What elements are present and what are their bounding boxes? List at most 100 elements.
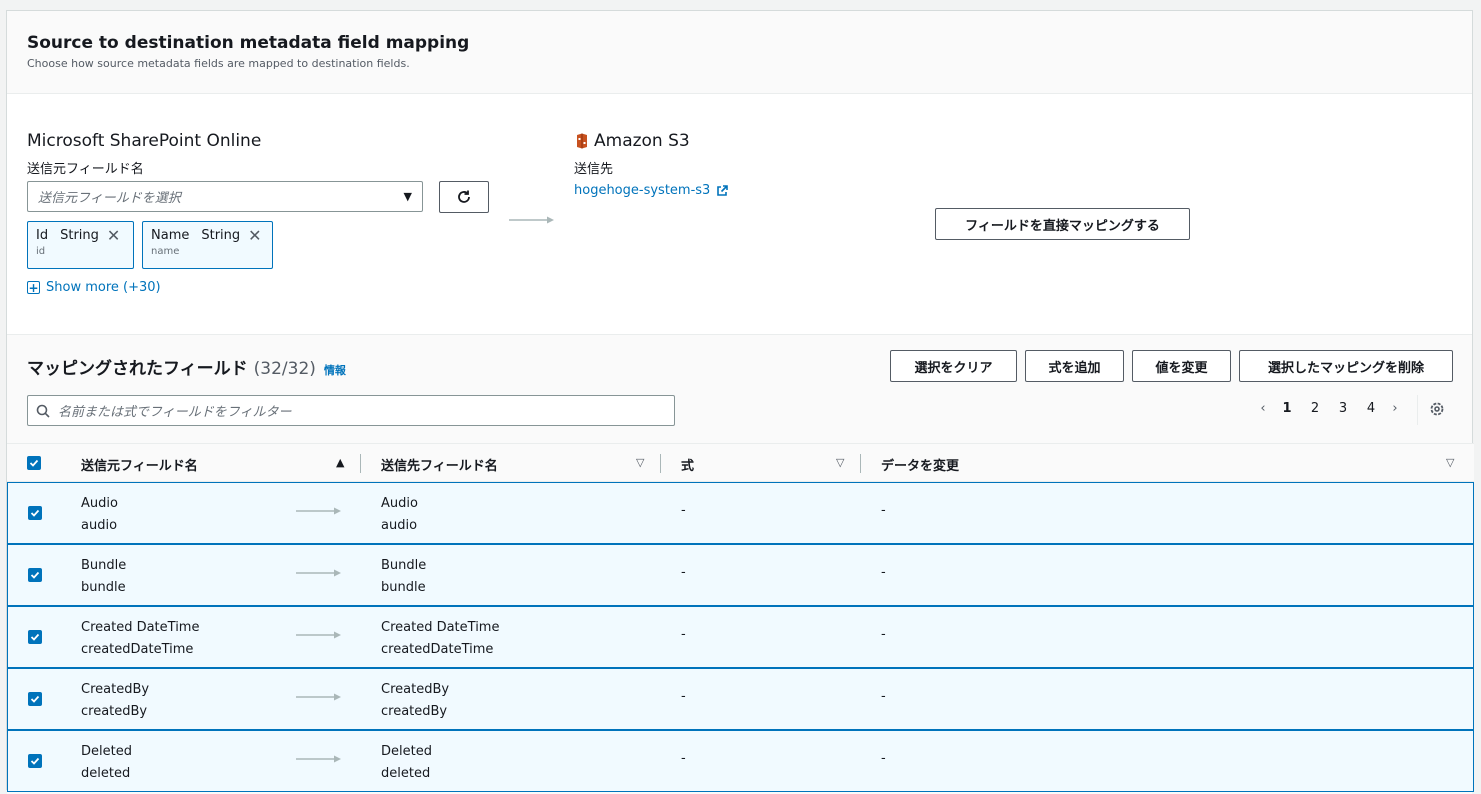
destination-field-id: audio xyxy=(381,518,418,533)
expression-cell: - xyxy=(681,751,686,766)
checkbox-checked-icon xyxy=(29,459,39,467)
transform-cell: - xyxy=(881,565,886,580)
page-3[interactable]: 3 xyxy=(1329,401,1357,416)
destination-field-cell: Audio audio xyxy=(381,493,418,537)
column-destination[interactable]: 送信先フィールド名 xyxy=(381,455,498,474)
source-field-cell: Bundle bundle xyxy=(81,555,126,599)
table-header: 送信元フィールド名 ▲ 送信先フィールド名 ▽ 式 ▽ データを変更 ▽ xyxy=(7,443,1474,482)
destination-field-name: Bundle xyxy=(381,558,427,573)
source-field-id: createdBy xyxy=(81,704,148,719)
token-id-sub: id xyxy=(36,246,46,257)
column-divider[interactable] xyxy=(860,454,861,473)
caret-down-icon: ▼ xyxy=(403,190,412,203)
panel-header: Source to destination metadata field map… xyxy=(7,11,1472,94)
refresh-button[interactable] xyxy=(439,181,489,213)
s3-bucket-icon xyxy=(577,133,587,149)
page-4[interactable]: 4 xyxy=(1357,401,1385,416)
show-more-link[interactable]: + Show more (+30) xyxy=(27,280,161,295)
page-2[interactable]: 2 xyxy=(1301,401,1329,416)
settings-divider xyxy=(1417,395,1418,425)
show-more-label: Show more (+30) xyxy=(46,280,161,295)
refresh-icon xyxy=(458,190,470,203)
destination-field-id: createdDateTime xyxy=(381,642,494,657)
arrow-right-icon xyxy=(509,216,554,224)
mapped-fields-title-text: マッピングされたフィールド xyxy=(27,359,248,379)
destination-field-cell: Bundle bundle xyxy=(381,555,426,599)
source-field-name: Audio xyxy=(81,496,118,511)
checkbox-checked-icon xyxy=(30,695,40,703)
token-id: Id String ✕ id xyxy=(27,221,134,269)
chevron-left-icon[interactable]: ‹ xyxy=(1253,401,1273,416)
row-checkbox[interactable] xyxy=(28,630,42,644)
row-checkbox[interactable] xyxy=(28,754,42,768)
sort-ascending-icon[interactable]: ▲ xyxy=(336,456,344,469)
column-divider[interactable] xyxy=(360,454,361,473)
table-row[interactable]: Created DateTime createdDateTime Created… xyxy=(7,606,1474,668)
destination-field-cell: Deleted deleted xyxy=(381,741,432,785)
source-field-id: audio xyxy=(81,518,118,533)
source-field-id: createdDateTime xyxy=(81,642,194,657)
column-expression[interactable]: 式 xyxy=(681,455,694,474)
destination-field-name: Audio xyxy=(381,496,418,511)
transform-cell: - xyxy=(881,689,886,704)
destination-bucket-link[interactable]: hogehoge-system-s3 xyxy=(574,183,729,198)
info-link[interactable]: 情報 xyxy=(324,362,346,378)
external-link-icon xyxy=(717,184,729,196)
page-1[interactable]: 1 xyxy=(1273,401,1301,416)
row-checkbox[interactable] xyxy=(28,506,42,520)
source-field-cell: Audio audio xyxy=(81,493,118,537)
sort-icon[interactable]: ▽ xyxy=(1446,456,1454,469)
arrow-right-icon xyxy=(296,631,341,639)
column-divider[interactable] xyxy=(660,454,661,473)
token-name-name: Name xyxy=(151,228,190,243)
filter-input[interactable]: 名前または式でフィールドをフィルター xyxy=(27,395,675,426)
source-field-name: Deleted xyxy=(81,744,132,759)
add-expression-button[interactable]: 式を追加 xyxy=(1025,350,1124,382)
mapped-fields-section: マッピングされたフィールド (32/32) 情報 選択をクリア 式を追加 値を変… xyxy=(7,334,1474,794)
source-field-id: deleted xyxy=(81,766,131,781)
destination-field-name: Created DateTime xyxy=(381,620,500,635)
filter-placeholder: 名前または式でフィールドをフィルター xyxy=(58,405,292,420)
search-icon xyxy=(36,404,50,418)
direct-map-button[interactable]: フィールドを直接マッピングする xyxy=(935,208,1190,240)
source-field-label: 送信元フィールド名 xyxy=(27,162,144,177)
column-source[interactable]: 送信元フィールド名 xyxy=(81,455,198,474)
clear-selection-button[interactable]: 選択をクリア xyxy=(890,350,1017,382)
source-field-name: Bundle xyxy=(81,558,127,573)
source-title: Microsoft SharePoint Online xyxy=(27,131,262,151)
destination-field-cell: Created DateTime createdDateTime xyxy=(381,617,499,661)
close-icon[interactable]: ✕ xyxy=(248,227,261,243)
row-checkbox[interactable] xyxy=(28,568,42,582)
destination-field-id: deleted xyxy=(381,766,431,781)
token-id-name: Id xyxy=(36,228,49,243)
arrow-right-icon xyxy=(296,507,341,515)
source-field-select[interactable]: 送信元フィールドを選択 ▼ xyxy=(27,181,423,212)
destination-field-id: bundle xyxy=(381,580,426,595)
panel-description: Choose how source metadata fields are ma… xyxy=(27,57,410,70)
chevron-right-icon[interactable]: › xyxy=(1385,401,1405,416)
checkbox-checked-icon xyxy=(30,509,40,517)
change-value-button[interactable]: 値を変更 xyxy=(1132,350,1231,382)
plus-square-icon: + xyxy=(27,280,40,295)
sort-icon[interactable]: ▽ xyxy=(836,456,844,469)
close-icon[interactable]: ✕ xyxy=(107,227,120,243)
table-row[interactable]: Audio audio Audio audio - - xyxy=(7,482,1474,544)
source-field-cell: Deleted deleted xyxy=(81,741,132,785)
source-field-name: CreatedBy xyxy=(81,682,150,697)
checkbox-checked-icon xyxy=(30,757,40,765)
panel-title: Source to destination metadata field map… xyxy=(27,33,470,53)
row-checkbox[interactable] xyxy=(28,692,42,706)
destination-field-id: createdBy xyxy=(381,704,448,719)
expression-cell: - xyxy=(681,627,686,642)
select-all-checkbox[interactable] xyxy=(27,456,41,470)
source-field-cell: Created DateTime createdDateTime xyxy=(81,617,199,661)
table-row[interactable]: Deleted deleted Deleted deleted - - xyxy=(7,730,1474,792)
column-transform[interactable]: データを変更 xyxy=(881,455,959,474)
table-row[interactable]: CreatedBy createdBy CreatedBy createdBy … xyxy=(7,668,1474,730)
delete-mapping-button[interactable]: 選択したマッピングを削除 xyxy=(1239,350,1453,382)
settings-icon[interactable] xyxy=(1429,401,1445,417)
table-row[interactable]: Bundle bundle Bundle bundle - - xyxy=(7,544,1474,606)
arrow-right-icon xyxy=(296,569,341,577)
checkbox-checked-icon xyxy=(30,571,40,579)
sort-icon[interactable]: ▽ xyxy=(636,456,644,469)
